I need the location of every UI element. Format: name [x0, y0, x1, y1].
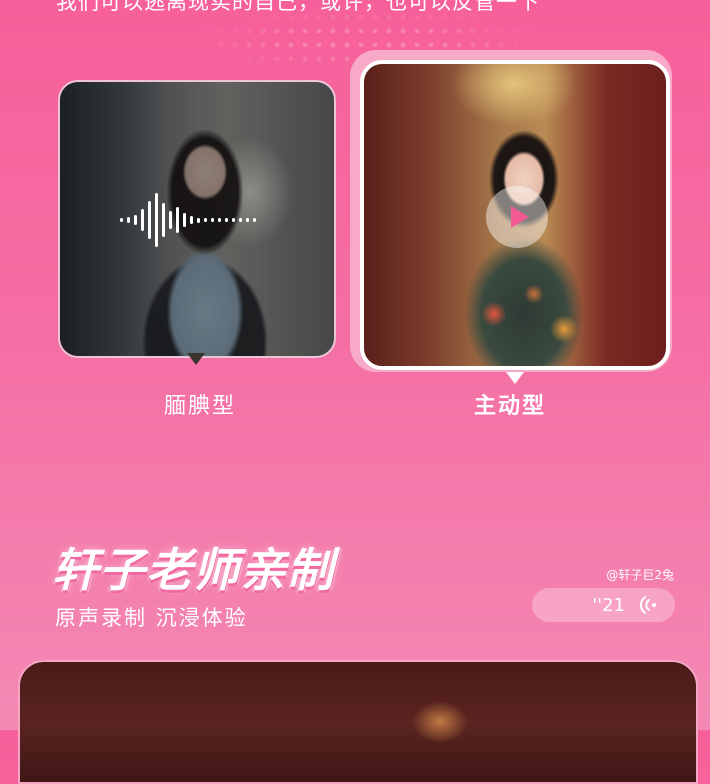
card-pointer [506, 372, 524, 384]
card-label-active: 主动型 [473, 394, 546, 419]
author-credit: @轩子巨2兔 [606, 568, 674, 582]
voice-waveform-icon [120, 190, 270, 250]
card-photo-pattern [464, 274, 604, 364]
section-title: 轩子老师亲制 [52, 543, 334, 597]
section-subtitle: 原声录制 沉浸体验 [55, 606, 248, 630]
play-icon[interactable] [486, 186, 548, 248]
sound-wave-icon [637, 594, 659, 616]
audio-duration: ''21 [592, 594, 625, 616]
featured-media-card[interactable] [18, 660, 698, 784]
audio-play-button[interactable]: ''21 [532, 588, 675, 622]
card-label-shy: 腼腆型 [163, 394, 236, 419]
card-pointer [187, 353, 205, 365]
